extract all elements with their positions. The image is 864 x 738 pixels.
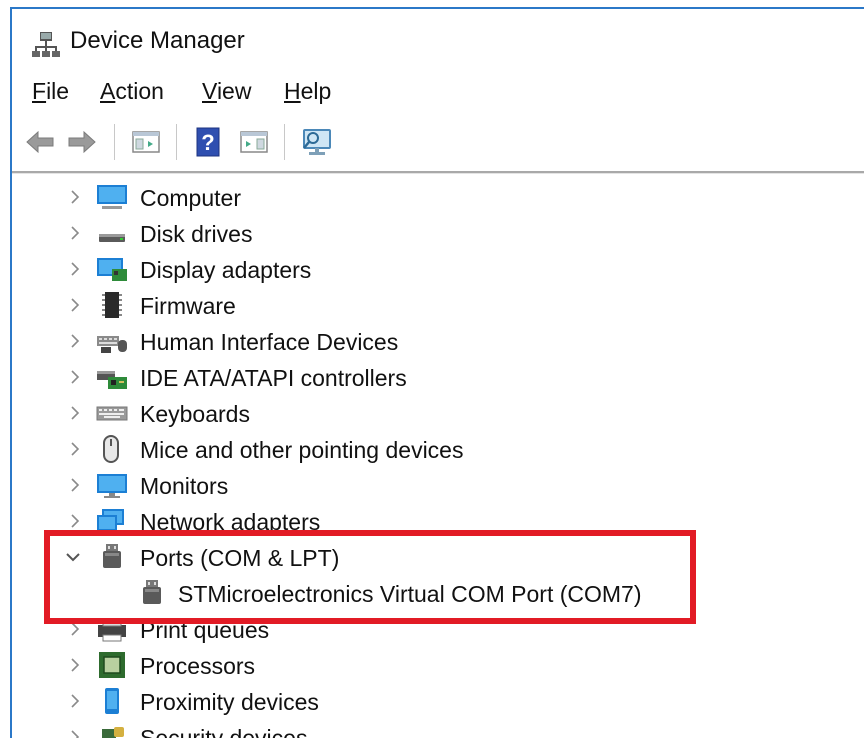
chevron-right-icon[interactable] bbox=[64, 689, 86, 713]
tree-item-human-interface-devices[interactable]: Human Interface Devices bbox=[12, 323, 864, 359]
keyboard-icon bbox=[96, 406, 128, 421]
device-tree[interactable]: Computer Disk drives Display adapters Fi… bbox=[12, 174, 864, 738]
show-hide-console-tree-button[interactable] bbox=[126, 122, 166, 162]
chevron-right-icon[interactable] bbox=[64, 437, 86, 461]
tree-item-print-queues[interactable]: Print queues bbox=[12, 611, 864, 647]
menu-file-label: ile bbox=[46, 78, 70, 104]
device-manager-icon bbox=[32, 32, 60, 57]
tree-item-label: Mice and other pointing devices bbox=[140, 437, 464, 463]
scan-hardware-icon bbox=[303, 129, 331, 155]
tree-item-network-adapters[interactable]: Network adapters bbox=[12, 503, 864, 539]
tree-item-label: Firmware bbox=[140, 293, 236, 319]
tree-item-label: Proximity devices bbox=[140, 689, 319, 715]
svg-text:?: ? bbox=[201, 130, 214, 155]
toolbar-separator bbox=[114, 124, 115, 160]
toolbar-separator bbox=[284, 124, 285, 160]
security-device-icon bbox=[102, 727, 124, 738]
menu-help[interactable]: Help bbox=[284, 78, 331, 105]
menu-file-mnemonic: F bbox=[32, 78, 47, 104]
network-adapter-icon bbox=[97, 509, 124, 531]
tree-item-monitors[interactable]: Monitors bbox=[12, 467, 864, 503]
tree-item-label: Computer bbox=[140, 185, 241, 211]
window-title: Device Manager bbox=[70, 27, 245, 54]
chevron-right-icon[interactable] bbox=[64, 617, 86, 641]
properties-button[interactable] bbox=[234, 122, 274, 162]
chevron-down-icon[interactable] bbox=[62, 545, 84, 569]
chevron-right-icon[interactable] bbox=[64, 401, 86, 425]
port-icon bbox=[103, 544, 121, 568]
menu-action[interactable]: Action bbox=[100, 78, 164, 105]
chevron-right-icon[interactable] bbox=[64, 257, 86, 281]
tree-item-firmware[interactable]: Firmware bbox=[12, 287, 864, 323]
tree-item-computer[interactable]: Computer bbox=[12, 179, 864, 215]
forward-button[interactable] bbox=[62, 122, 102, 162]
chevron-right-icon[interactable] bbox=[64, 473, 86, 497]
processor-icon bbox=[99, 652, 125, 678]
tree-item-security-devices[interactable]: Security devices bbox=[12, 719, 864, 738]
device-manager-window: Device Manager File Action View Help ? C… bbox=[0, 0, 864, 738]
toolbar: ? bbox=[12, 114, 864, 170]
help-button[interactable]: ? bbox=[188, 122, 228, 162]
tree-item-stm-virtual-com-port[interactable]: STMicroelectronics Virtual COM Port (COM… bbox=[12, 575, 864, 611]
tree-item-label: Print queues bbox=[140, 617, 270, 643]
hid-icon bbox=[97, 336, 127, 353]
printer-icon bbox=[98, 618, 126, 642]
firmware-chip-icon bbox=[102, 292, 122, 318]
tree-item-keyboards[interactable]: Keyboards bbox=[12, 395, 864, 431]
show-hide-console-tree-icon bbox=[132, 131, 160, 153]
title-bar[interactable]: Device Manager bbox=[12, 9, 864, 69]
tree-item-display-adapters[interactable]: Display adapters bbox=[12, 251, 864, 287]
mouse-icon bbox=[103, 435, 119, 463]
scan-hardware-button[interactable] bbox=[298, 122, 338, 162]
tree-item-label: Ports (COM & LPT) bbox=[140, 545, 340, 571]
chevron-right-icon[interactable] bbox=[64, 293, 86, 317]
computer-icon bbox=[97, 185, 127, 209]
monitor-icon bbox=[97, 474, 127, 498]
back-button[interactable] bbox=[20, 122, 60, 162]
chevron-right-icon[interactable] bbox=[64, 221, 86, 245]
help-icon: ? bbox=[196, 127, 220, 157]
tree-item-processors[interactable]: Processors bbox=[12, 647, 864, 683]
chevron-right-icon[interactable] bbox=[64, 365, 86, 389]
chevron-right-icon[interactable] bbox=[64, 185, 86, 209]
ide-controller-icon bbox=[97, 371, 127, 389]
menu-view-mnemonic: V bbox=[202, 78, 217, 104]
menu-bar: File Action View Help bbox=[12, 70, 864, 114]
tree-item-label: STMicroelectronics Virtual COM Port (COM… bbox=[178, 581, 642, 607]
menu-help-mnemonic: H bbox=[284, 78, 301, 104]
proximity-device-icon bbox=[105, 688, 119, 714]
toolbar-separator bbox=[176, 124, 177, 160]
tree-item-label: Processors bbox=[140, 653, 256, 679]
tree-item-label: IDE ATA/ATAPI controllers bbox=[140, 365, 407, 391]
menu-action-label: ction bbox=[115, 78, 164, 104]
back-icon bbox=[26, 130, 54, 154]
tree-item-label: Monitors bbox=[140, 473, 229, 499]
menu-file[interactable]: File bbox=[32, 78, 69, 105]
tree-item-label: Security devices bbox=[140, 725, 308, 738]
display-adapter-icon bbox=[97, 258, 127, 281]
disk-drive-icon bbox=[99, 234, 125, 242]
chevron-right-icon[interactable] bbox=[64, 329, 86, 353]
port-icon bbox=[143, 580, 161, 604]
properties-icon bbox=[240, 131, 268, 153]
menu-help-label: elp bbox=[300, 78, 332, 104]
chevron-right-icon[interactable] bbox=[64, 509, 86, 533]
tree-item-disk-drives[interactable]: Disk drives bbox=[12, 215, 864, 251]
menu-action-mnemonic: A bbox=[100, 78, 116, 104]
tree-item-label: Disk drives bbox=[140, 221, 253, 247]
tree-item-label: Keyboards bbox=[140, 401, 250, 427]
tree-item-mice[interactable]: Mice and other pointing devices bbox=[12, 431, 864, 467]
chevron-right-icon[interactable] bbox=[64, 653, 86, 677]
tree-item-label: Display adapters bbox=[140, 257, 312, 283]
menu-view[interactable]: View bbox=[202, 78, 251, 105]
menu-view-label: iew bbox=[216, 78, 252, 104]
tree-item-label: Network adapters bbox=[140, 509, 321, 535]
tree-item-label: Human Interface Devices bbox=[140, 329, 399, 355]
tree-item-proximity-devices[interactable]: Proximity devices bbox=[12, 683, 864, 719]
forward-icon bbox=[68, 130, 96, 154]
chevron-right-icon[interactable] bbox=[64, 725, 86, 738]
tree-item-ide-controllers[interactable]: IDE ATA/ATAPI controllers bbox=[12, 359, 864, 395]
tree-item-ports[interactable]: Ports (COM & LPT) bbox=[12, 539, 864, 575]
